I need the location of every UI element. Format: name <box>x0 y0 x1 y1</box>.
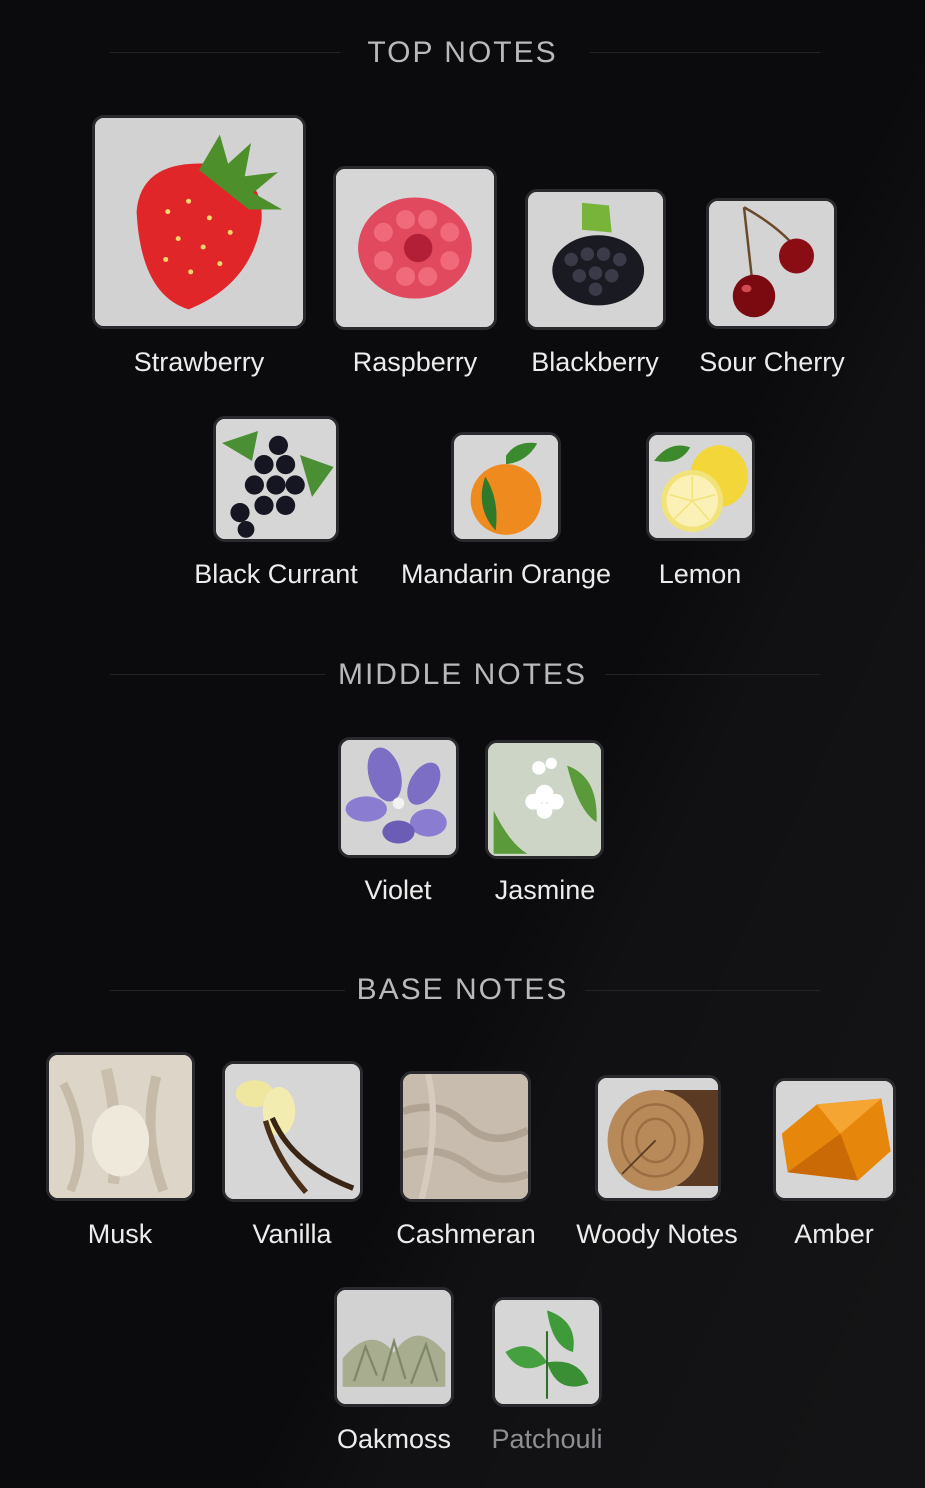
note-label: Vanilla <box>252 1219 332 1249</box>
note-label: Mandarin Orange <box>400 559 612 589</box>
black-currant-icon <box>213 416 339 542</box>
strawberry-icon <box>92 115 306 329</box>
musk-icon <box>46 1052 195 1201</box>
jasmine-icon <box>485 740 604 859</box>
sour-cherry-icon <box>706 198 837 329</box>
note-label: Jasmine <box>494 875 596 905</box>
note-label: Sour Cherry <box>699 347 845 377</box>
note-label: Oakmoss <box>336 1424 452 1454</box>
note-label: Violet <box>364 875 432 905</box>
violet-icon <box>338 737 459 858</box>
cashmeran-icon <box>400 1071 531 1202</box>
patchouli-icon <box>492 1297 602 1407</box>
oakmoss-icon <box>334 1287 454 1407</box>
note-label: Woody Notes <box>576 1219 738 1249</box>
vanilla-icon <box>222 1061 363 1202</box>
note-label: Strawberry <box>133 347 265 377</box>
lemon-icon <box>646 432 755 541</box>
mandarin-orange-icon <box>451 432 561 542</box>
blackberry-icon <box>525 189 666 330</box>
note-label: Musk <box>87 1219 153 1249</box>
note-label: Patchouli <box>491 1424 603 1454</box>
woody-notes-icon <box>595 1075 721 1201</box>
base-notes-heading: BASE NOTES <box>356 973 569 1006</box>
raspberry-icon <box>333 166 497 330</box>
note-label: Black Currant <box>194 559 358 589</box>
note-label: Raspberry <box>352 347 478 377</box>
note-label: Blackberry <box>531 347 659 377</box>
note-label: Amber <box>794 1219 874 1249</box>
note-label: Cashmeran <box>396 1219 536 1249</box>
amber-icon <box>773 1078 896 1201</box>
note-label: Lemon <box>658 559 742 589</box>
middle-notes-heading: MIDDLE NOTES <box>337 658 588 691</box>
top-notes-heading: TOP NOTES <box>367 36 558 69</box>
